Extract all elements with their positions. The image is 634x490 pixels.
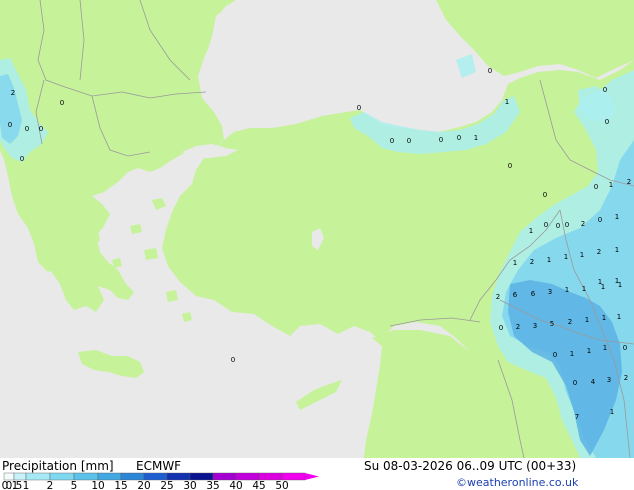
colorbar-segment	[97, 472, 122, 481]
aegean-island	[144, 248, 158, 260]
precip-value-label: 6	[513, 291, 518, 299]
colorbar-tick-label: 30	[183, 480, 196, 490]
precip-value-label: 2	[568, 318, 572, 326]
precip-value-label: 1	[615, 213, 619, 221]
precip-value-label: 0	[553, 351, 557, 359]
colorbar-segment	[258, 472, 283, 481]
precip-value-label: 2	[496, 293, 500, 301]
colorbar-tick-label: 50	[275, 480, 288, 490]
colorbar-tick-label: 35	[206, 480, 219, 490]
colorbar-tick-label: 20	[137, 480, 150, 490]
precip-value-label: 1	[602, 314, 606, 322]
colorbar-segment	[3, 472, 15, 481]
colorbar-tick-label: 25	[160, 480, 173, 490]
precip-value-label: 0	[544, 221, 548, 229]
colorbar-tick-label: 1	[23, 480, 30, 490]
colorbar-tick-label: 10	[91, 480, 104, 490]
precip-value-label: 1	[587, 347, 591, 355]
colorbar-segment	[120, 472, 145, 481]
colorbar-tick-label: 0.5	[6, 480, 23, 490]
precip-value-label: 0	[20, 155, 24, 163]
colorbar-segment	[13, 472, 27, 481]
weather-map: 2000000100000001000120002011121112111266…	[0, 0, 634, 490]
precip-value-label: 2	[516, 323, 520, 331]
precip-value-label: 0	[565, 221, 569, 229]
precip-value-label: 3	[533, 322, 537, 330]
colorbar-segment	[281, 472, 306, 481]
colorbar-tick-label: 40	[229, 480, 242, 490]
precip-value-label: 1	[603, 344, 607, 352]
precip-value-label: 0	[603, 86, 607, 94]
precip-value-label: 0	[231, 356, 235, 364]
precip-value-label: 2	[581, 220, 585, 228]
colorbar-segment	[49, 472, 75, 481]
precip-value-label: 1	[580, 251, 584, 259]
precip-value-label: 0	[598, 216, 602, 224]
precip-value-label: 0	[499, 324, 503, 332]
precip-colorbar	[3, 472, 319, 481]
precip-value-label: 3	[607, 376, 611, 384]
precip-value-label: 1	[505, 98, 509, 106]
precip-value-label: 1	[585, 316, 589, 324]
colorbar-segment	[143, 472, 168, 481]
precip-value-label: 2	[627, 178, 631, 186]
precip-value-label: 2	[11, 89, 15, 97]
precip-value-label: 1	[529, 227, 533, 235]
colorbar-segment	[73, 472, 99, 481]
precip-value-label: 0	[439, 136, 443, 144]
precip-value-label: 0	[60, 99, 64, 107]
precip-value-label: 1	[609, 181, 613, 189]
precip-value-label: 0	[605, 118, 609, 126]
precip-value-label: 2	[597, 248, 601, 256]
precip-value-label: 3	[548, 288, 552, 296]
precip-value-label: 0	[488, 67, 492, 75]
colorbar-tick-label: 2	[47, 480, 54, 490]
precip-value-label: 1	[513, 259, 517, 267]
precip-value-label: 1	[547, 256, 551, 264]
precip-value-label: 1	[565, 286, 569, 294]
precip-value-label: 0	[573, 379, 577, 387]
precip-value-label: 0	[594, 183, 598, 191]
colorbar-segment	[235, 472, 260, 481]
precip-value-label: 0	[556, 222, 560, 230]
precip-value-label: 4	[591, 378, 596, 386]
aegean-island	[166, 290, 178, 302]
precip-value-label: 0	[457, 134, 461, 142]
precip-value-label: 1	[474, 134, 478, 142]
precip-value-label: 6	[531, 290, 536, 298]
model-name: ECMWF	[136, 459, 181, 473]
colorbar-segment	[25, 472, 51, 481]
precip-value-label: 1	[610, 408, 614, 416]
map-title: Precipitation [mm]	[2, 459, 114, 473]
precip-value-label: 0	[357, 104, 361, 112]
precip-value-label: 0	[25, 125, 29, 133]
precip-value-label: 5	[550, 320, 554, 328]
precip-value-label: 1	[615, 246, 619, 254]
precip-value-label: 0	[390, 137, 394, 145]
precip-value-label: 0	[543, 191, 547, 199]
precip-value-label: 1	[618, 281, 622, 289]
precip-value-label: 1	[601, 283, 605, 291]
precip-value-label: 0	[623, 344, 627, 352]
valid-time: Su 08-03-2026 06..09 UTC (00+33)	[364, 459, 576, 473]
precip-value-label: 2	[624, 374, 628, 382]
precip-value-label: 7	[575, 413, 579, 421]
precip-value-label: 1	[570, 350, 574, 358]
precip-value-label: 1	[582, 285, 586, 293]
map-canvas: 20 0 000010000 0 0 0 1000 1 200 0 2 0 111 2 1 1 1 2 11 12 6 6…	[0, 0, 634, 490]
precip-value-label: 0	[39, 125, 43, 133]
precip-value-label: 1	[617, 313, 621, 321]
colorbar-segment	[212, 472, 237, 481]
site-credit: ©weatheronline.co.uk	[456, 476, 579, 489]
colorbar-tick-label: 5	[71, 480, 78, 490]
precip-value-label: 2	[530, 258, 534, 266]
colorbar-segment	[189, 472, 214, 481]
colorbar-tick-label: 15	[114, 480, 127, 490]
precip-value-label: 0	[8, 121, 12, 129]
precip-value-label: 0	[407, 137, 411, 145]
precip-value-label: 1	[564, 253, 568, 261]
precip-value-label: 0	[508, 162, 512, 170]
colorbar-tick-label: 45	[252, 480, 265, 490]
colorbar-segment	[166, 472, 191, 481]
